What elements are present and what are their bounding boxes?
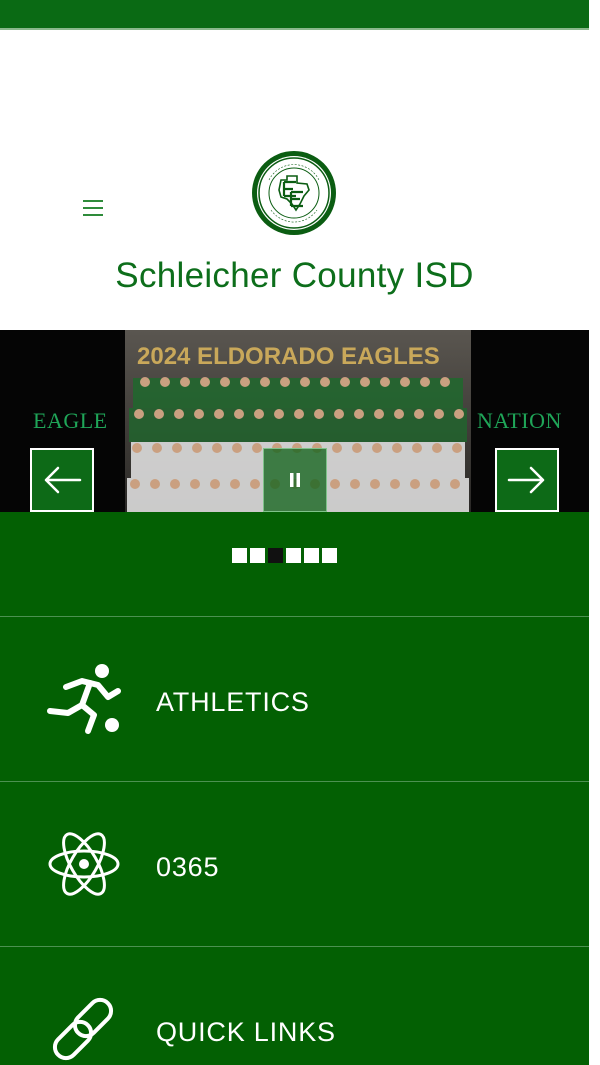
slide-dot[interactable] [322,548,337,563]
slide-dot[interactable] [268,548,283,563]
slide-dot[interactable] [232,548,247,563]
site-header: Schleicher County ISD [0,30,589,330]
site-title[interactable]: Schleicher County ISD [0,256,589,296]
next-slide-button[interactable] [495,448,559,512]
slide-dot[interactable] [304,548,319,563]
photo-caption: 2024 ELDORADO EAGLES [137,343,440,370]
slide-right-text: NATION [477,408,562,433]
athlete-running-icon [47,664,121,734]
pause-icon [290,473,300,487]
pause-slider-button[interactable] [263,448,327,512]
atom-icon [48,832,120,896]
slide-dot[interactable] [286,548,301,563]
slide-dots [232,548,337,563]
previous-slide-button[interactable] [30,448,94,512]
chain-link-icon [52,997,114,1061]
hamburger-menu-icon[interactable] [83,200,105,218]
quick-nav: ATHLETICS 0365 QUICK LINKS [0,616,589,1065]
page: Schleicher County ISD 2024 ELDORADO EAGL… [0,0,589,1065]
nav-item-o365[interactable]: 0365 [0,781,589,946]
district-seal-logo[interactable] [251,150,337,236]
image-slider: 2024 ELDORADO EAGLES EAGLE NATION [0,330,589,512]
slide-dot[interactable] [250,548,265,563]
nav-label-quick-links: QUICK LINKS [156,1017,336,1047]
top-bar [0,0,589,28]
slider-pagination [0,512,589,616]
nav-item-athletics[interactable]: ATHLETICS [0,616,589,781]
nav-label-o365: 0365 [156,852,220,882]
arrow-right-icon [507,466,545,494]
arrow-left-icon [44,466,82,494]
nav-item-quick-links[interactable]: QUICK LINKS [0,946,589,1065]
slide-left-text: EAGLE [33,408,108,433]
nav-label-athletics: ATHLETICS [156,687,310,717]
